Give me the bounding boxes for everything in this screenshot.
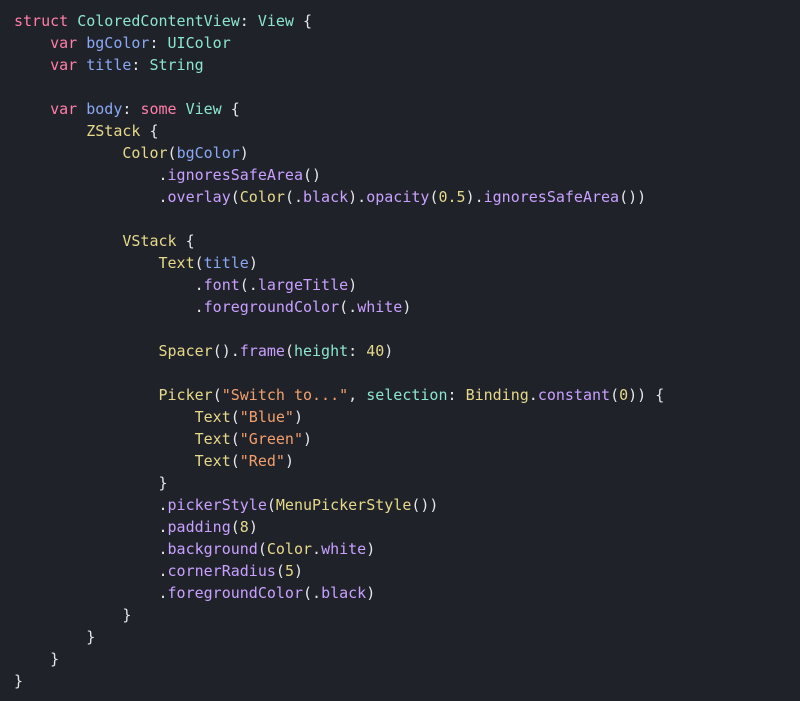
line: .overlay(Color(.black).opacity(0.5).igno… [14, 188, 646, 206]
line: .padding(8) [14, 518, 258, 536]
line: } [14, 628, 95, 646]
arg-title: title [204, 254, 249, 272]
type-View: View [258, 12, 294, 30]
num-0.5: 0.5 [438, 188, 465, 206]
line: var bgColor: UIColor [14, 34, 231, 52]
type-Text: Text [159, 254, 195, 272]
fn-font: font [204, 276, 240, 294]
line: } [14, 650, 59, 668]
enum-white: white [357, 298, 402, 316]
type-Text: Text [195, 452, 231, 470]
line: } [14, 672, 23, 690]
string-red: "Red" [240, 452, 285, 470]
type-Color: Color [122, 144, 167, 162]
fn-foregroundColor: foregroundColor [204, 298, 339, 316]
prop-title: title [86, 56, 131, 74]
fn-padding: padding [168, 518, 231, 536]
type-ColoredContentView: ColoredContentView [77, 12, 240, 30]
num-0: 0 [619, 386, 628, 404]
prop-body: body [86, 100, 122, 118]
type-VStack: VStack [122, 232, 176, 250]
fn-overlay: overlay [168, 188, 231, 206]
type-Text: Text [195, 430, 231, 448]
line: Color(bgColor) [14, 144, 249, 162]
type-ZStack: ZStack [86, 122, 140, 140]
enum-largeTitle: largeTitle [258, 276, 348, 294]
fn-opacity: opacity [366, 188, 429, 206]
fn-cornerRadius: cornerRadius [168, 562, 276, 580]
type-Binding: Binding [466, 386, 529, 404]
prop-bgColor: bgColor [86, 34, 149, 52]
fn-foregroundColor: foregroundColor [168, 584, 303, 602]
type-Color: Color [240, 188, 285, 206]
fn-frame: frame [240, 342, 285, 360]
string-blue: "Blue" [240, 408, 294, 426]
type-Spacer: Spacer [159, 342, 213, 360]
line: .foregroundColor(.black) [14, 584, 375, 602]
fn-ignoresSafeArea: ignoresSafeArea [168, 166, 303, 184]
line: Picker("Switch to...", selection: Bindin… [14, 386, 664, 404]
line: .pickerStyle(MenuPickerStyle()) [14, 496, 438, 514]
line: ZStack { [14, 122, 159, 140]
line: } [14, 606, 131, 624]
fn-background: background [168, 540, 258, 558]
type-MenuPickerStyle: MenuPickerStyle [276, 496, 411, 514]
line: Text("Red") [14, 452, 294, 470]
line: .ignoresSafeArea() [14, 166, 321, 184]
fn-pickerStyle: pickerStyle [168, 496, 267, 514]
type-UIColor: UIColor [168, 34, 231, 52]
line: .foregroundColor(.white) [14, 298, 411, 316]
line: } [14, 474, 168, 492]
type-Color: Color [267, 540, 312, 558]
enum-black: black [321, 584, 366, 602]
type-Text: Text [195, 408, 231, 426]
enum-white: white [321, 540, 366, 558]
line: Spacer().frame(height: 40) [14, 342, 393, 360]
keyword-some: some [140, 100, 176, 118]
fn-ignoresSafeArea: ignoresSafeArea [484, 188, 619, 206]
line: Text("Green") [14, 430, 312, 448]
num-8: 8 [240, 518, 249, 536]
type-View: View [186, 100, 222, 118]
string-switch-to: "Switch to..." [222, 386, 348, 404]
line: .cornerRadius(5) [14, 562, 303, 580]
fn-constant: constant [538, 386, 610, 404]
arg-height: height [294, 342, 348, 360]
keyword-var: var [50, 34, 77, 52]
num-40: 40 [366, 342, 384, 360]
code-block: struct ColoredContentView: View { var bg… [14, 10, 786, 692]
line: VStack { [14, 232, 195, 250]
type-Picker: Picker [159, 386, 213, 404]
keyword-var: var [50, 100, 77, 118]
keyword-struct: struct [14, 12, 68, 30]
line: struct ColoredContentView: View { [14, 12, 312, 30]
line: Text("Blue") [14, 408, 303, 426]
line: .font(.largeTitle) [14, 276, 357, 294]
line: .background(Color.white) [14, 540, 375, 558]
num-5: 5 [285, 562, 294, 580]
arg-selection: selection [366, 386, 447, 404]
type-String: String [149, 56, 203, 74]
enum-black: black [303, 188, 348, 206]
keyword-var: var [50, 56, 77, 74]
line: var body: some View { [14, 100, 240, 118]
arg-bgColor: bgColor [177, 144, 240, 162]
string-green: "Green" [240, 430, 303, 448]
line: Text(title) [14, 254, 258, 272]
line: var title: String [14, 56, 204, 74]
